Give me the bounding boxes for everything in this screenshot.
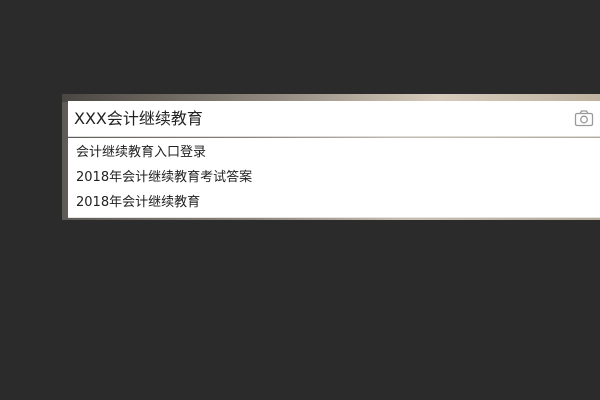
suggestion-item[interactable]: 2018年会计继续教育 <box>68 190 600 215</box>
suggestion-list: 会计继续教育入口登录 2018年会计继续教育考试答案 2018年会计继续教育 <box>68 138 600 218</box>
search-box <box>68 101 600 137</box>
search-input[interactable] <box>68 101 558 136</box>
search-panel: 会计继续教育入口登录 2018年会计继续教育考试答案 2018年会计继续教育 <box>62 94 600 220</box>
camera-icon[interactable] <box>574 109 594 127</box>
screen-background: 会计继续教育入口登录 2018年会计继续教育考试答案 2018年会计继续教育 <box>0 0 600 400</box>
suggestion-item[interactable]: 2018年会计继续教育考试答案 <box>68 165 600 190</box>
suggestion-item[interactable]: 会计继续教育入口登录 <box>68 140 600 165</box>
